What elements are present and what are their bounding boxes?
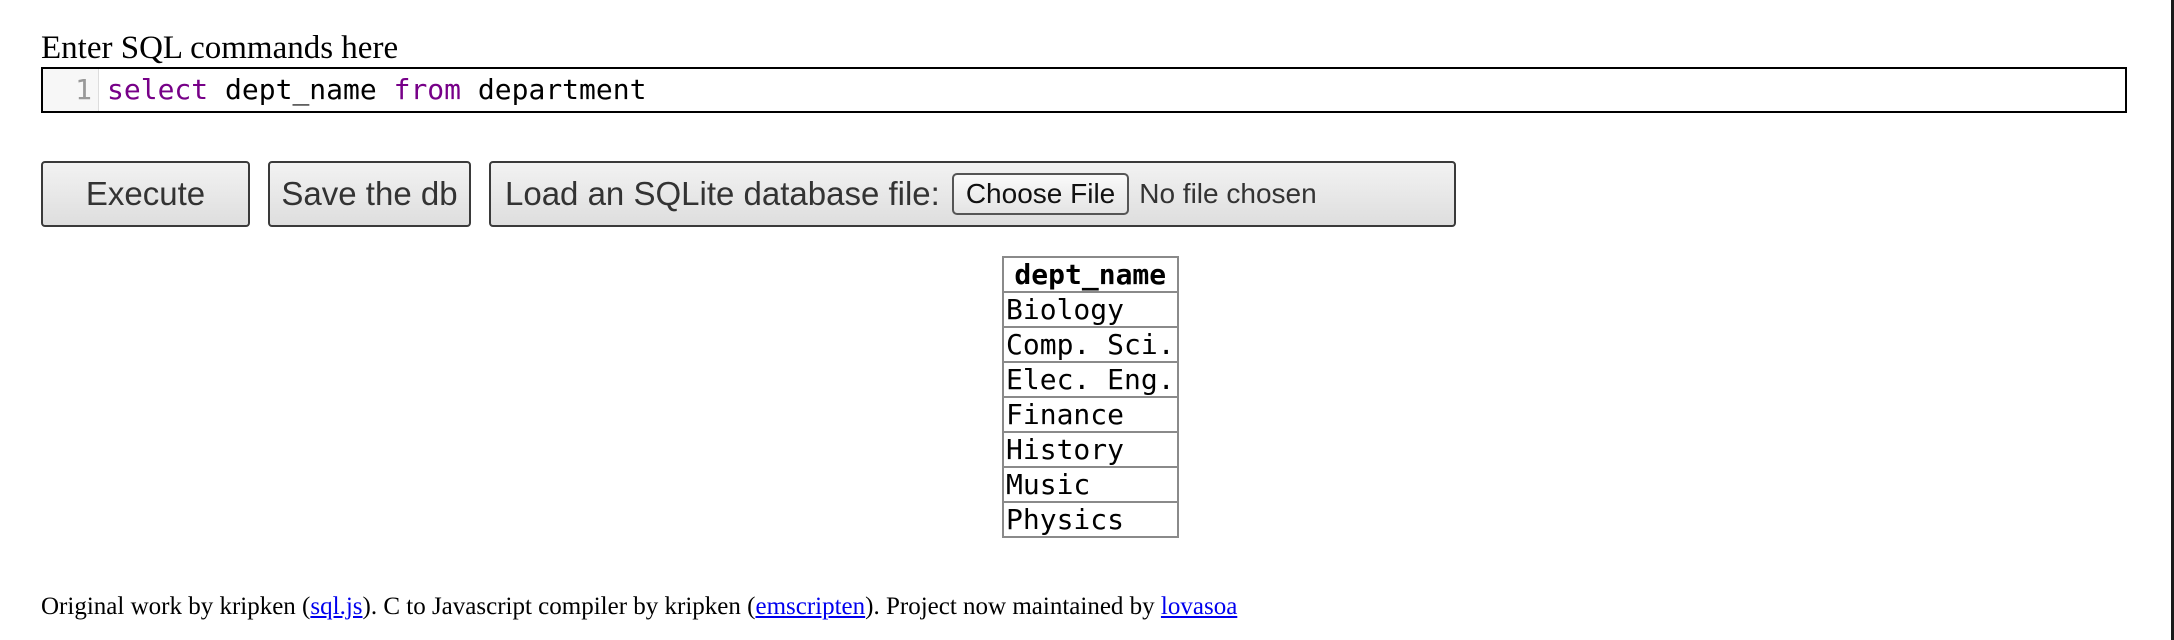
table-row: Biology xyxy=(1003,292,1178,327)
emscripten-link[interactable]: emscripten xyxy=(755,593,865,620)
footer-text: ). Project now maintained by xyxy=(865,593,1161,620)
load-db-control[interactable]: Load an SQLite database file: Choose Fil… xyxy=(489,161,1456,227)
table-token: department xyxy=(461,73,647,106)
lovasoa-link[interactable]: lovasoa xyxy=(1161,593,1237,620)
no-file-status: No file chosen xyxy=(1139,178,1317,209)
save-db-button[interactable]: Save the db xyxy=(268,161,471,227)
load-db-label: Load an SQLite database file: xyxy=(505,175,940,212)
column-header: dept_name xyxy=(1003,257,1178,292)
table-cell: Biology xyxy=(1003,292,1178,327)
line-number-gutter: 1 xyxy=(43,69,99,111)
sql-prompt-label: Enter SQL commands here xyxy=(41,30,399,66)
footer-credits: Original work by kripken (sql.js). C to … xyxy=(41,590,1237,624)
table-row: Music xyxy=(1003,467,1178,502)
table-cell: Physics xyxy=(1003,502,1178,537)
choose-file-button[interactable]: Choose File xyxy=(951,173,1130,215)
code-line[interactable]: select dept_name from department xyxy=(99,69,646,111)
table-cell: Comp. Sci. xyxy=(1003,327,1178,362)
table-row: Finance xyxy=(1003,397,1178,432)
keyword-from: from xyxy=(393,73,462,106)
table-header-row: dept_name xyxy=(1003,257,1178,292)
column-token: dept_name xyxy=(208,73,394,106)
table-row: Comp. Sci. xyxy=(1003,327,1178,362)
table-row: Elec. Eng. xyxy=(1003,362,1178,397)
table-cell: Elec. Eng. xyxy=(1003,362,1178,397)
table-cell: History xyxy=(1003,432,1178,467)
footer-text: ). C to Javascript compiler by kripken ( xyxy=(362,593,756,620)
keyword-select: select xyxy=(107,73,209,106)
sql-editor[interactable]: 1 select dept_name from department xyxy=(41,67,2127,113)
execute-button[interactable]: Execute xyxy=(41,161,250,227)
table-cell: Finance xyxy=(1003,397,1178,432)
footer-text: Original work by kripken ( xyxy=(41,593,311,620)
table-row: History xyxy=(1003,432,1178,467)
table-cell: Music xyxy=(1003,467,1178,502)
results-table: dept_name Biology Comp. Sci. Elec. Eng. … xyxy=(1002,256,1179,538)
table-row: Physics xyxy=(1003,502,1178,537)
sqljs-link[interactable]: sql.js xyxy=(310,593,362,620)
